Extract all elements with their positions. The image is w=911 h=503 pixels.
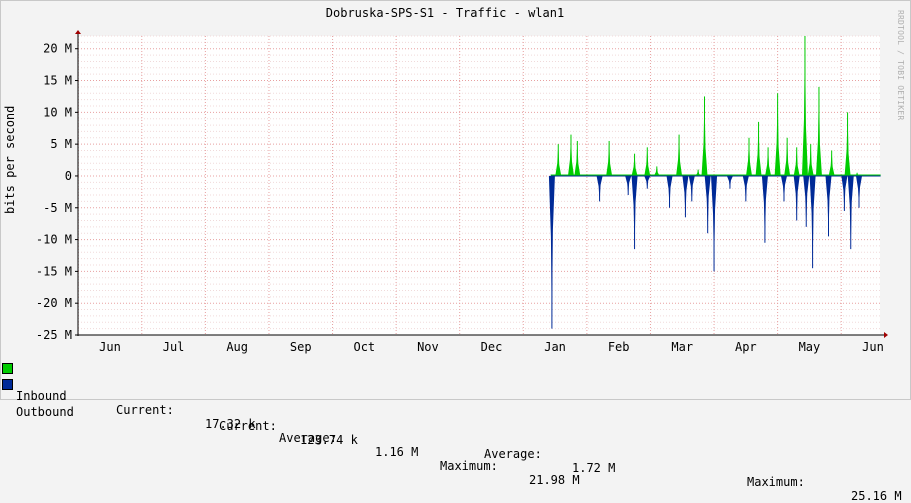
x-ticks: Jun Jul Aug Sep Oct Nov Dec Jan Feb Mar Apr May Jun	[99, 340, 884, 354]
x-tick-label: Jun	[99, 340, 121, 354]
x-tick-label: Sep	[290, 340, 312, 354]
x-tick-label: Jul	[163, 340, 185, 354]
x-tick-label: Jan	[544, 340, 566, 354]
legend-outbound-current-label: Current:	[219, 419, 277, 433]
legend-outbound-maximum: 25.16 M	[851, 489, 902, 503]
x-tick-label: Oct	[353, 340, 375, 354]
x-tick-label: Jun	[862, 340, 884, 354]
chart-canvas: 20 M 15 M 10 M 5 M 0 -5 M -10 M -15 M -20 M -25 M…	[36, 30, 888, 354]
legend-outbound-average: 1.72 M	[572, 461, 616, 475]
legend-inbound-maximum: 21.98 M	[529, 473, 580, 487]
legend-outbound: Outbound Current: 123.74 k Average: 1.72…	[2, 377, 902, 503]
outbound-swatch	[2, 379, 13, 390]
inbound-swatch	[2, 363, 13, 374]
y-tick-label: -25 M	[36, 328, 72, 342]
y-tick-label: 0	[65, 169, 72, 183]
y-tick-label: 20 M	[43, 42, 72, 56]
x-tick-label: Apr	[735, 340, 757, 354]
y-tick-label: 15 M	[43, 74, 72, 88]
legend-inbound-current-label: Current:	[116, 403, 174, 417]
y-tick-label: 5 M	[50, 137, 72, 151]
x-tick-label: Feb	[608, 340, 630, 354]
x-tick-label: Aug	[226, 340, 248, 354]
legend-outbound-label: Outbound	[16, 405, 74, 419]
legend-outbound-maximum-label: Maximum:	[747, 475, 805, 489]
x-tick-label: Nov	[417, 340, 439, 354]
y-ticks: 20 M 15 M 10 M 5 M 0 -5 M -10 M -15 M -20 M -25 M	[36, 42, 78, 342]
legend-outbound-current: 123.74 k	[300, 433, 358, 447]
y-axis-arrow	[75, 30, 81, 34]
y-tick-label: -20 M	[36, 296, 72, 310]
y-tick-label: -5 M	[43, 201, 72, 215]
y-tick-label: -15 M	[36, 264, 72, 278]
legend-inbound-maximum-label: Maximum:	[440, 459, 498, 473]
legend-inbound-average: 1.16 M	[375, 445, 419, 459]
legend-outbound-average-label: Average:	[484, 447, 542, 461]
x-axis-arrow	[884, 332, 888, 338]
y-tick-label: 10 M	[43, 105, 72, 119]
x-tick-label: Mar	[671, 340, 693, 354]
x-tick-label: May	[799, 340, 821, 354]
x-tick-label: Dec	[481, 340, 503, 354]
y-tick-label: -10 M	[36, 233, 72, 247]
